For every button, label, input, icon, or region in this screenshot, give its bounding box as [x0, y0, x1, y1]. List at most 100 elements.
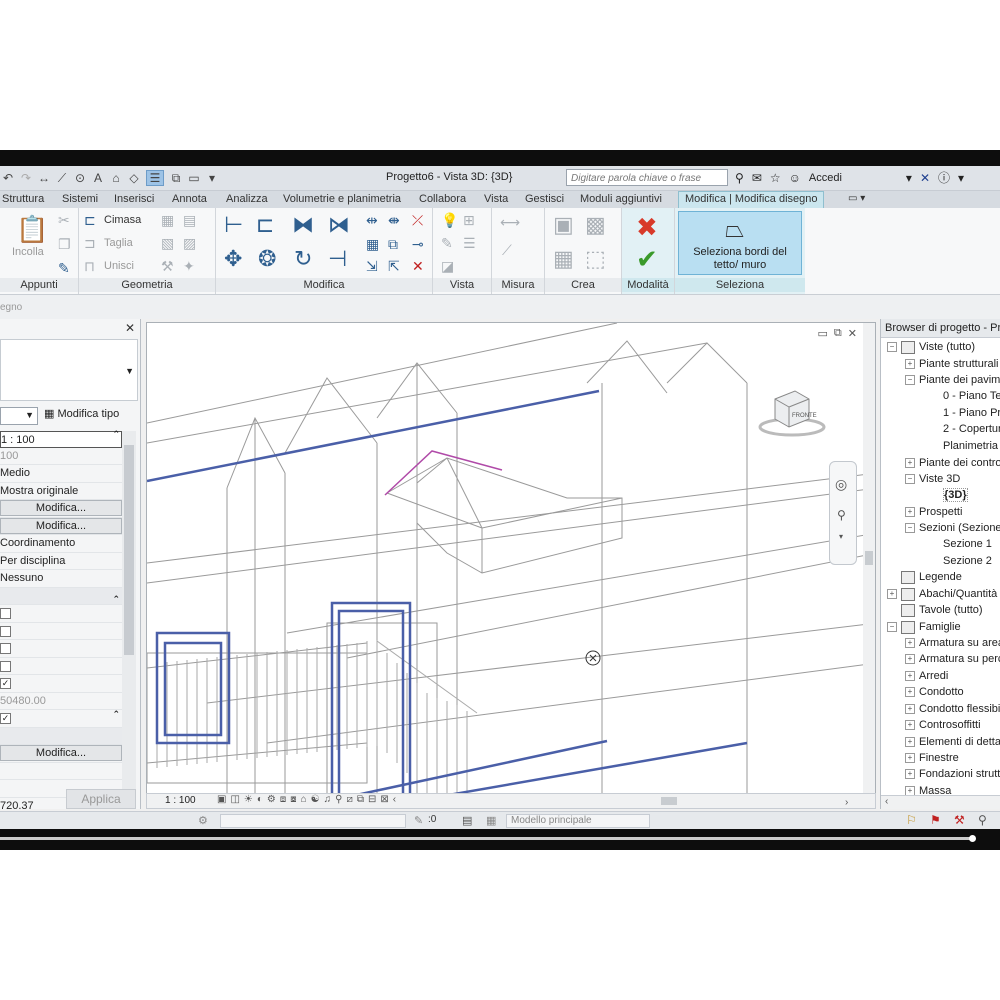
expand-icon[interactable]: + — [905, 359, 915, 370]
tab-structure[interactable]: Struttura — [2, 193, 44, 205]
unpin-icon[interactable]: ⤫ — [412, 212, 423, 229]
beam-join-icon[interactable]: ✦ — [183, 258, 195, 275]
expand-icon[interactable]: + — [905, 720, 915, 731]
scroll-left-icon[interactable]: ‹ — [885, 796, 888, 807]
eraser-icon[interactable]: ◪ — [441, 258, 454, 275]
cancel-edit-icon[interactable]: ✖ — [636, 212, 658, 243]
tree-item[interactable]: − Famiglie — [887, 619, 961, 635]
tree-item[interactable]: +Elementi di dettaglio — [905, 734, 1000, 750]
checkbox[interactable] — [0, 608, 11, 619]
cope-label[interactable]: Cimasa — [104, 214, 141, 226]
exchange-apps-icon[interactable]: ✕ — [920, 171, 930, 185]
close-hidden-windows-icon[interactable]: ⧉ — [170, 171, 182, 186]
split-element-icon[interactable]: ⇹ — [366, 212, 378, 229]
collapse-icon[interactable]: − — [887, 622, 897, 633]
tab-options-icon[interactable]: ▭ ▾ — [848, 193, 865, 204]
collapse-icon[interactable]: − — [887, 342, 897, 353]
checkbox[interactable] — [0, 625, 11, 637]
communication-icon[interactable]: ✉ — [752, 171, 762, 185]
collapse-icon[interactable]: − — [905, 474, 915, 485]
tree-item[interactable]: + Piante strutturali — [905, 356, 998, 372]
tree-item[interactable]: 1 - Piano Primo — [943, 405, 1000, 421]
lock-view-icon[interactable]: ⌂ — [301, 794, 307, 805]
thin-lines-icon[interactable]: ☰ — [146, 170, 164, 186]
expand-icon[interactable]: + — [905, 458, 915, 469]
tree-item[interactable]: + Arredi — [905, 668, 948, 684]
remove-paint-icon[interactable]: ▨ — [183, 235, 196, 252]
select-roof-edges-button[interactable]: ⏢ Seleziona bordi del tetto/ muro — [678, 211, 802, 275]
select-underlay-icon[interactable]: ⚑ — [930, 813, 941, 827]
type-selector[interactable]: ▼ — [0, 339, 138, 401]
trim-extend-icon[interactable]: ⊣ — [328, 246, 347, 272]
properties-scrollbar[interactable] — [122, 431, 136, 791]
close-view-icon[interactable]: ✕ — [848, 327, 857, 340]
tree-item[interactable]: + Condotto — [905, 684, 964, 700]
detail-level-icon[interactable]: ▣ — [217, 794, 226, 805]
collapse-icon[interactable]: − — [905, 523, 915, 534]
tab-systems[interactable]: Sistemi — [62, 193, 98, 205]
redo-icon[interactable]: ↷ — [20, 171, 32, 185]
star-icon[interactable]: ☆ — [770, 171, 781, 185]
scrollbar-thumb[interactable] — [865, 551, 873, 565]
progress-knob[interactable] — [969, 835, 976, 842]
copy-element-icon[interactable]: ❂ — [258, 246, 276, 272]
close-icon[interactable]: ✕ — [125, 321, 135, 335]
override-icon[interactable]: ⊞ — [463, 212, 475, 229]
scrollbar-thumb[interactable] — [124, 445, 134, 655]
tag-icon[interactable]: ⊙ — [74, 171, 86, 185]
apply-button[interactable]: Applica — [66, 789, 136, 809]
expand-icon[interactable]: + — [905, 737, 915, 748]
temp-hide-icon[interactable]: ☯ — [311, 794, 320, 805]
view-scale[interactable]: 1 : 100 — [165, 795, 196, 806]
crop-view-icon[interactable]: ⧈ — [280, 794, 286, 805]
paste-icon[interactable]: 📋 — [16, 214, 48, 245]
customize-qat-icon[interactable]: ▾ — [206, 171, 218, 185]
zoom-icon[interactable]: ⚲ — [837, 508, 846, 522]
collapse-icon[interactable]: ⌃ — [112, 709, 120, 720]
expand-icon[interactable]: + — [887, 589, 897, 600]
signin-link[interactable]: Accedi — [809, 172, 842, 184]
tree-item[interactable]: + Prospetti — [905, 504, 962, 520]
default-3d-view-icon[interactable]: ⌂ — [110, 171, 122, 185]
chevron-down-icon[interactable]: ▾ — [839, 532, 843, 541]
property-value[interactable]: Mostra originale — [0, 483, 122, 500]
scale-icon[interactable]: ⧉ — [388, 236, 398, 253]
create-group-icon[interactable]: ▦ — [553, 246, 574, 272]
tab-collaborate[interactable]: Collabora — [419, 193, 466, 205]
view-lines-icon[interactable]: ☰ — [463, 235, 476, 252]
tab-insert[interactable]: Inserisci — [114, 193, 154, 205]
create-assembly-icon[interactable]: ▣ — [553, 212, 574, 238]
tree-item[interactable]: + Abachi/Quantità — [887, 586, 997, 602]
tree-item[interactable]: Sezione 1 — [943, 536, 992, 552]
rotate-icon[interactable]: ↻ — [294, 246, 312, 272]
join-label[interactable]: Unisci — [104, 260, 134, 272]
expand-icon[interactable]: + — [905, 687, 915, 698]
visual-style-icon[interactable]: ◫ — [230, 794, 239, 805]
expand-icon[interactable]: + — [905, 769, 915, 780]
edit-button[interactable]: Modifica... — [0, 500, 122, 516]
checkbox[interactable] — [0, 643, 11, 654]
trim-single-icon[interactable]: ⇱ — [388, 258, 400, 275]
pin-icon[interactable]: ⊸ — [412, 236, 424, 253]
tree-item[interactable]: Planimetria — [943, 438, 998, 454]
viewport-scrollbar[interactable] — [863, 323, 875, 795]
demolish-icon[interactable]: ⚒ — [161, 258, 174, 275]
viewcube[interactable]: FRONTE — [757, 381, 827, 441]
tree-item[interactable]: − Sezioni (Sezione) — [905, 520, 1000, 536]
tab-analyze[interactable]: Analizza — [226, 193, 268, 205]
tree-item[interactable]: +Armatura su percorso — [905, 651, 1000, 667]
property-value[interactable]: Nessuno — [0, 570, 122, 588]
user-icon[interactable]: ☺ — [789, 171, 801, 185]
show-crop-icon[interactable]: ⧇ — [290, 794, 296, 805]
paint-icon[interactable]: ▧ — [161, 235, 174, 252]
collapse-icon[interactable]: ⌃ — [112, 429, 120, 440]
edit-button[interactable]: Modifica... — [0, 517, 122, 534]
horizontal-scrollbar[interactable]: › — [501, 796, 855, 806]
tree-item[interactable]: + Condotto flessibile — [905, 701, 1000, 717]
binoculars-icon[interactable]: ⚲ — [735, 171, 744, 185]
collapse-icon[interactable]: − — [905, 375, 915, 386]
tab-massing[interactable]: Volumetrie e planimetria — [283, 193, 401, 205]
property-value[interactable]: Coordinamento — [0, 535, 122, 553]
expand-icon[interactable]: + — [905, 704, 915, 715]
shadows-icon[interactable]: ◐ — [257, 794, 263, 805]
